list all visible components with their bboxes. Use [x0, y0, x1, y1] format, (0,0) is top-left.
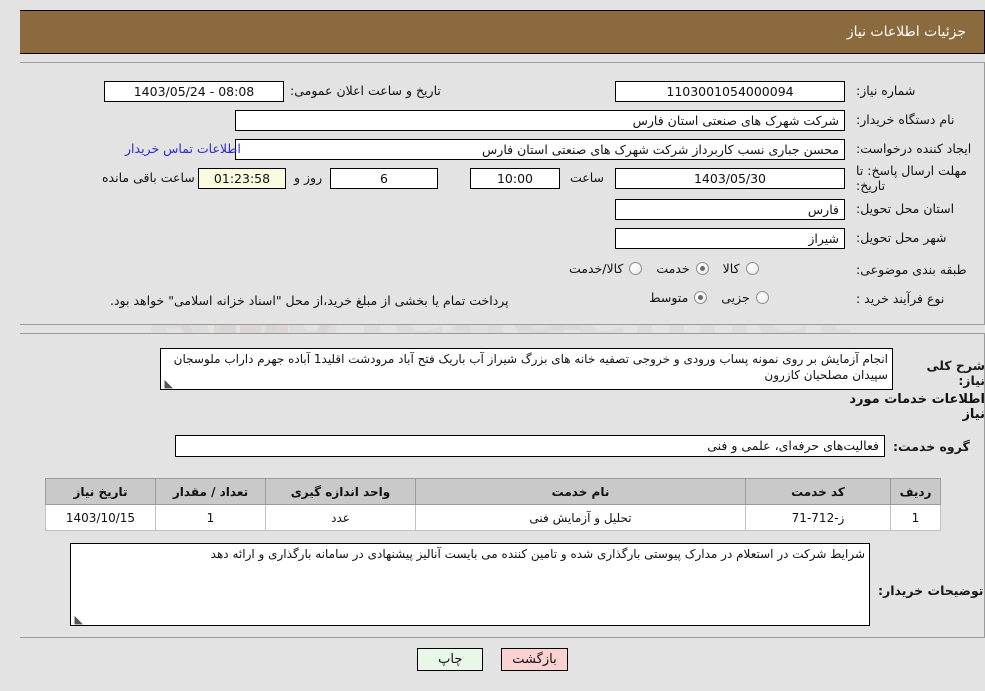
deadline-remaining-label: ساعت باقی مانده — [102, 170, 195, 185]
deadline-days-label: روز و — [294, 170, 323, 185]
purchase-type-radio-group[interactable]: جزیی متوسط — [635, 290, 769, 305]
province-label: استان محل تحویل: — [856, 201, 955, 216]
classification-option-label: کالا — [722, 261, 740, 276]
services-heading: اطلاعات خدمات مورد نیاز — [849, 392, 985, 422]
back-button[interactable]: بازگشت — [501, 648, 568, 671]
buyer-notes-textarea[interactable]: شرایط شرکت در استعلام در مدارک پیوستی با… — [70, 543, 870, 626]
deadline-label: مهلت ارسال پاسخ: تا تاریخ: — [856, 163, 967, 193]
purchase-type-label: نوع فرآیند خرید : — [856, 291, 945, 306]
deadline-date-field[interactable]: 1403/05/30 — [615, 168, 845, 189]
cell-code: ز-712-71 — [745, 504, 891, 531]
creator-label: ایجاد کننده درخواست: — [856, 141, 972, 156]
cell-radif: 1 — [890, 504, 941, 531]
table-header-row: ردیف کد خدمت نام خدمت واحد اندازه گیری ت… — [45, 478, 941, 505]
buyer-org-label-wrap: نام دستگاه خریدار: — [856, 112, 954, 127]
classification-option-label: کالا/خدمت — [569, 261, 624, 276]
deadline-hour-label: ساعت — [570, 170, 605, 185]
cell-qty: 1 — [155, 504, 266, 531]
cell-need-date: 1403/10/15 — [45, 504, 156, 531]
page-title: جزئیات اطلاعات نیاز — [846, 24, 966, 40]
column-header-radif: ردیف — [890, 478, 941, 505]
resize-grip-icon[interactable]: ◣ — [163, 378, 173, 389]
resize-grip-icon[interactable]: ◣ — [73, 614, 83, 625]
cell-unit: عدد — [265, 504, 416, 531]
purchase-type-note: پرداخت تمام یا بخشی از مبلغ خرید،از محل … — [110, 293, 509, 308]
purchase-type-option-label: متوسط — [649, 290, 689, 305]
deadline-days-field[interactable]: 6 — [330, 168, 438, 189]
need-desc-textarea[interactable]: انجام آزمایش بر روی نمونه پساب ورودی و خ… — [160, 348, 893, 390]
announce-datetime-label-wrap: تاریخ و ساعت اعلان عمومی: — [290, 83, 441, 98]
table-row: 1 ز-712-71 تحلیل و آزمایش فنی عدد 1 1403… — [45, 504, 941, 531]
buyer-contact-link[interactable]: اطلاعات تماس خریدار — [125, 141, 241, 156]
need-number-field[interactable]: 1103001054000094 — [615, 81, 845, 102]
footer-actions: بازگشت چاپ — [0, 648, 985, 671]
page-header-bar: جزئیات اطلاعات نیاز — [20, 10, 985, 54]
city-label-wrap: شهر محل تحویل: — [856, 230, 946, 245]
purchase-type-option-motavaset[interactable]: متوسط — [649, 290, 708, 305]
purchase-type-label-wrap: نوع فرآیند خرید : — [856, 291, 944, 306]
classification-label-wrap: طبقه بندی موضوعی: — [856, 262, 967, 277]
province-label-wrap: استان محل تحویل: — [856, 201, 954, 216]
cell-name: تحلیل و آزمایش فنی — [415, 504, 746, 531]
column-header-qty: تعداد / مقدار — [155, 478, 266, 505]
purchase-type-option-label: جزیی — [721, 290, 750, 305]
classification-label: طبقه بندی موضوعی: — [856, 262, 967, 277]
radio-icon[interactable] — [695, 262, 709, 275]
buyer-org-field[interactable]: شرکت شهرک های صنعتی استان فارس — [235, 110, 845, 131]
purchase-type-option-jozi[interactable]: جزیی — [721, 290, 769, 305]
service-group-field[interactable]: فعالیت‌های حرفه‌ای، علمی و فنی — [175, 435, 885, 457]
column-header-name: نام خدمت — [415, 478, 746, 505]
buyer-org-label: نام دستگاه خریدار: — [856, 112, 955, 127]
need-desc-label: شرح کلی نیاز: — [926, 358, 985, 388]
announce-datetime-label: تاریخ و ساعت اعلان عمومی: — [290, 83, 441, 98]
deadline-hour-field[interactable]: 10:00 — [470, 168, 560, 189]
announce-datetime-field[interactable]: 08:08 - 1403/05/24 — [104, 81, 284, 102]
province-field[interactable]: فارس — [615, 199, 845, 220]
radio-icon[interactable] — [694, 291, 708, 304]
need-number-label: شماره نیاز: — [856, 83, 916, 98]
deadline-label-wrap: مهلت ارسال پاسخ: تا تاریخ: — [856, 163, 968, 194]
classification-radio-group[interactable]: کالا خدمت کالا/خدمت — [555, 261, 759, 276]
radio-icon[interactable] — [755, 291, 769, 304]
buyer-notes-value: شرایط شرکت در استعلام در مدارک پیوستی با… — [210, 547, 865, 561]
column-header-code: کد خدمت — [745, 478, 891, 505]
creator-field[interactable]: محسن جباری نسب کاربرداز شرکت شهرک های صن… — [235, 139, 845, 160]
radio-icon[interactable] — [629, 262, 643, 275]
classification-option-kala-khedmat[interactable]: کالا/خدمت — [569, 261, 643, 276]
need-desc-value: انجام آزمایش بر روی نمونه پساب ورودی و خ… — [173, 352, 888, 382]
deadline-countdown-field: 01:23:58 — [198, 168, 286, 189]
column-header-need-date: تاریخ نیاز — [45, 478, 156, 505]
creator-label-wrap: ایجاد کننده درخواست: — [856, 141, 971, 156]
column-header-unit: واحد اندازه گیری — [265, 478, 416, 505]
need-number-label-wrap: شماره نیاز: — [856, 83, 915, 98]
classification-option-kala[interactable]: کالا — [723, 261, 759, 276]
city-label: شهر محل تحویل: — [856, 230, 947, 245]
services-table: ردیف کد خدمت نام خدمت واحد اندازه گیری ت… — [45, 478, 941, 531]
classification-option-label: خدمت — [656, 261, 690, 276]
radio-icon[interactable] — [745, 262, 759, 275]
classification-option-khedmat[interactable]: خدمت — [656, 261, 709, 276]
buyer-notes-label: توضیحات خریدار: — [878, 583, 984, 598]
service-group-label: گروه خدمت: — [893, 439, 970, 454]
city-field[interactable]: شیراز — [615, 228, 845, 249]
print-button[interactable]: چاپ — [417, 648, 484, 671]
